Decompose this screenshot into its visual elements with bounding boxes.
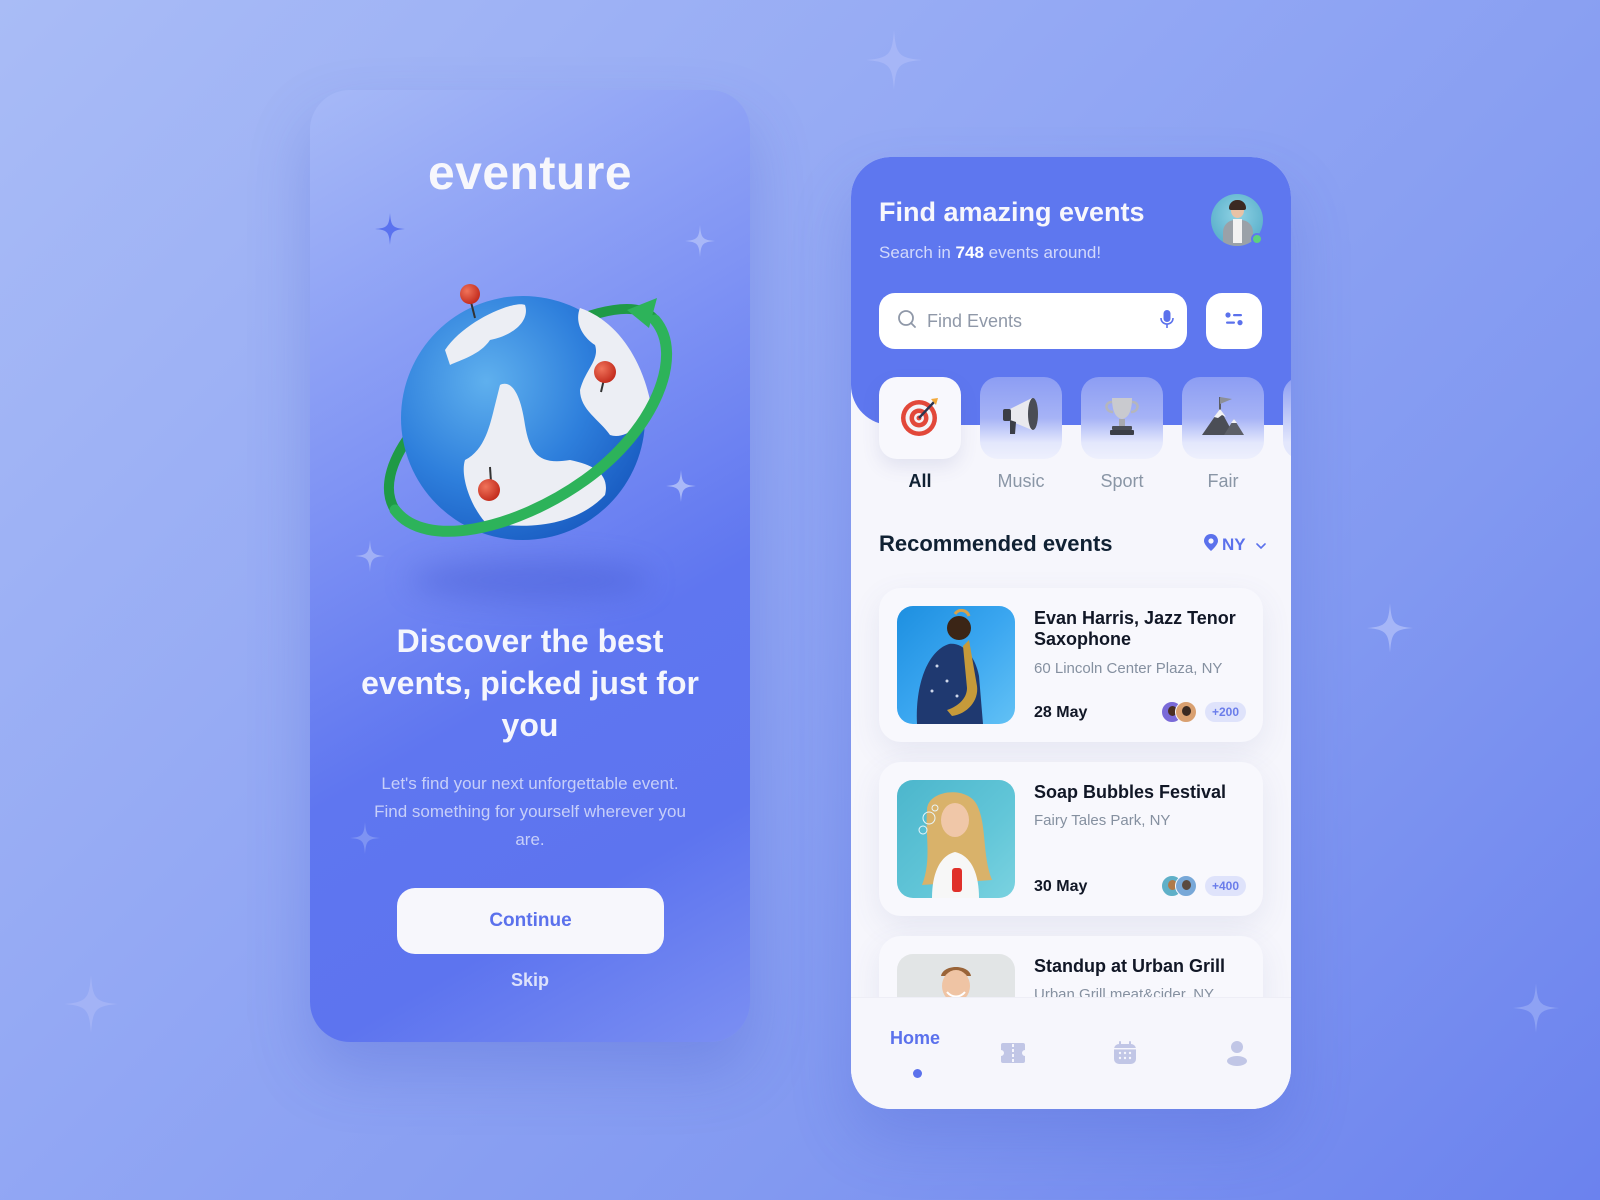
event-count: 748 [955, 243, 984, 262]
onboarding-description: Let's find your next unforgettable event… [374, 774, 686, 849]
location-label: NY [1222, 535, 1246, 554]
microphone-icon[interactable] [1159, 309, 1175, 333]
category-all[interactable]: All [879, 377, 961, 492]
nav-home[interactable]: Home [890, 1028, 940, 1049]
recommended-title: Recommended events [879, 531, 1113, 556]
category-tile [980, 377, 1062, 459]
nav-calendar[interactable] [1113, 1040, 1137, 1069]
event-image-saxophonist [897, 606, 1015, 724]
online-status-badge [1251, 233, 1263, 245]
sparkle-icon [1367, 603, 1413, 653]
nav-home-label: Home [890, 1028, 941, 1048]
event-address: Fairy Tales Park, NY [1034, 812, 1171, 829]
category-label: Fair [1207, 471, 1239, 491]
continue-button[interactable]: Continue [397, 888, 664, 954]
sparkle-icon [1513, 983, 1559, 1033]
event-card[interactable]: Soap Bubbles Festival Fairy Tales Park, … [879, 762, 1263, 916]
attendee-count-badge: +200 [1205, 702, 1247, 722]
home-screen: Find amazing events Search in 748 events… [851, 157, 1291, 1109]
onboarding-title: Discover the best events, picked just fo… [361, 623, 699, 743]
brand-logo: eventure [427, 147, 633, 200]
attendee-count-badge: +400 [1205, 876, 1247, 896]
category-tile [879, 377, 961, 459]
category-sport[interactable]: Sport [1081, 377, 1163, 492]
search-input[interactable] [927, 310, 1159, 332]
location-selector[interactable]: NY [1204, 534, 1266, 556]
chevron-down-icon [1255, 535, 1266, 555]
event-image-bubbles [897, 780, 1015, 898]
category-label: Music [997, 471, 1045, 491]
trophy-icon [1100, 394, 1144, 442]
category-tile [1182, 377, 1264, 459]
subtitle-suffix: events around! [983, 243, 1102, 262]
sparkle-icon [866, 30, 922, 90]
category-label: Sport [1100, 471, 1144, 491]
category-tile [1081, 377, 1163, 459]
event-title: Standup at Urban Grill [1034, 956, 1226, 976]
megaphone-icon [998, 394, 1044, 442]
page-title: Find amazing events [879, 197, 1145, 227]
subtitle-prefix: Search in [879, 243, 956, 262]
avatar-shirt [1233, 219, 1242, 243]
search-bar [879, 293, 1187, 349]
active-indicator [913, 1069, 922, 1078]
onboarding-screen: eventure Discover the best events, picke… [310, 90, 750, 1042]
category-music[interactable]: Music [980, 377, 1062, 492]
sparkle-icon [375, 213, 405, 245]
attendee-avatar [1175, 875, 1197, 897]
attendee-group: +200 [1161, 701, 1247, 723]
calendar-icon [1113, 1041, 1137, 1069]
event-title: Evan Harris, Jazz Tenor Saxophone [1034, 608, 1236, 649]
nav-tickets[interactable] [1000, 1042, 1026, 1068]
skip-button[interactable]: Skip [310, 970, 750, 991]
nav-profile[interactable] [1226, 1040, 1248, 1070]
attendee-avatar [1175, 701, 1197, 723]
category-fair[interactable]: Fair [1182, 377, 1264, 492]
filter-icon [1224, 311, 1244, 331]
profile-icon [1226, 1041, 1248, 1070]
bottom-navigation: Home [851, 997, 1291, 1109]
header-subtitle: Search in 748 events around! [879, 243, 1101, 263]
sparkle-icon [64, 975, 118, 1033]
category-label: All [908, 471, 932, 491]
sparkle-icon [685, 225, 715, 257]
attendee-group: +400 [1161, 875, 1247, 897]
ticket-icon [1000, 1043, 1026, 1068]
event-card[interactable]: Evan Harris, Jazz Tenor Saxophone 60 Lin… [879, 588, 1263, 742]
filter-button[interactable] [1206, 293, 1262, 349]
event-date: 28 May [1034, 704, 1088, 721]
event-address: 60 Lincoln Center Plaza, NY [1034, 660, 1223, 677]
category-next-peek[interactable] [1283, 377, 1291, 459]
globe-illustration [365, 260, 695, 590]
mountain-flag-icon [1200, 393, 1246, 443]
search-icon [897, 309, 917, 333]
target-dart-icon [898, 394, 942, 442]
event-date: 30 May [1034, 878, 1088, 895]
event-title: Soap Bubbles Festival [1034, 782, 1227, 802]
category-list: All Music Sport Fair [879, 377, 1264, 492]
location-pin-icon [1204, 534, 1218, 556]
avatar-hair [1229, 200, 1246, 210]
